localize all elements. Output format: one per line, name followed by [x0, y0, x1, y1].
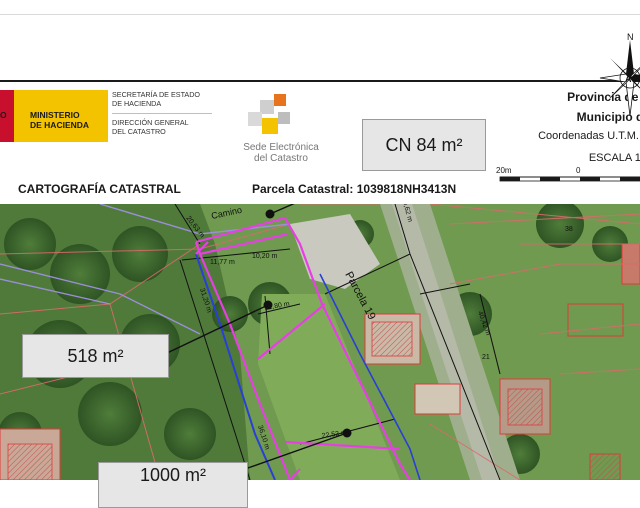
parcel-21-label: 21 — [482, 354, 490, 361]
sede-squares-icon — [248, 94, 290, 134]
callout-1000: 1000 m² — [98, 462, 248, 508]
callout-518: 518 m² — [22, 334, 169, 378]
callout-cn: CN 84 m² — [362, 119, 486, 171]
department-block: SECRETARÍA DE ESTADO DE HACIENDA DIRECCI… — [112, 90, 222, 150]
parcel-38-label: 38 — [565, 226, 573, 233]
compass-a: A — [625, 74, 632, 84]
ministry-name: MINISTERIO DE HACIENDA — [30, 110, 108, 130]
sede-electronica-logo: Sede Electrónica del Catastro — [226, 90, 336, 170]
scale-bar: 20m 0 — [496, 166, 640, 182]
cartografia-title: CARTOGRAFÍA CATASTRAL — [18, 182, 181, 196]
top-blank-area — [0, 0, 640, 80]
sede-text: Sede Electrónica del Catastro — [226, 142, 336, 164]
direccion-line-2: DEL CATASTRO — [112, 127, 166, 136]
sede-line-2: del Catastro — [254, 153, 308, 164]
secretaria-line-2: DE HACIENDA — [112, 99, 162, 108]
parcela-catastral-label: Parcela Catastral: 1039818NH3413N — [252, 182, 457, 196]
department-divider — [112, 113, 212, 114]
measure-1020: 10,20 m — [252, 253, 277, 260]
ministry-line-1: MINISTERIO — [30, 110, 80, 120]
direccion-line-1: DIRECCIÓN GENERAL — [112, 118, 189, 127]
compass-rose-icon: N A — [599, 32, 640, 117]
measure-1177: 11,77 m — [210, 259, 235, 266]
secretaria-line-1: SECRETARÍA DE ESTADO — [112, 90, 200, 99]
ministry-line-2: DE HACIENDA — [30, 120, 90, 130]
top-divider — [0, 14, 640, 15]
compass-n: N — [627, 32, 634, 42]
ministry-cut-letter: O — [0, 110, 7, 120]
scale-label-left: 20m — [496, 166, 512, 175]
scale-label-zero: 0 — [576, 166, 581, 175]
sede-line-1: Sede Electrónica — [243, 142, 319, 153]
